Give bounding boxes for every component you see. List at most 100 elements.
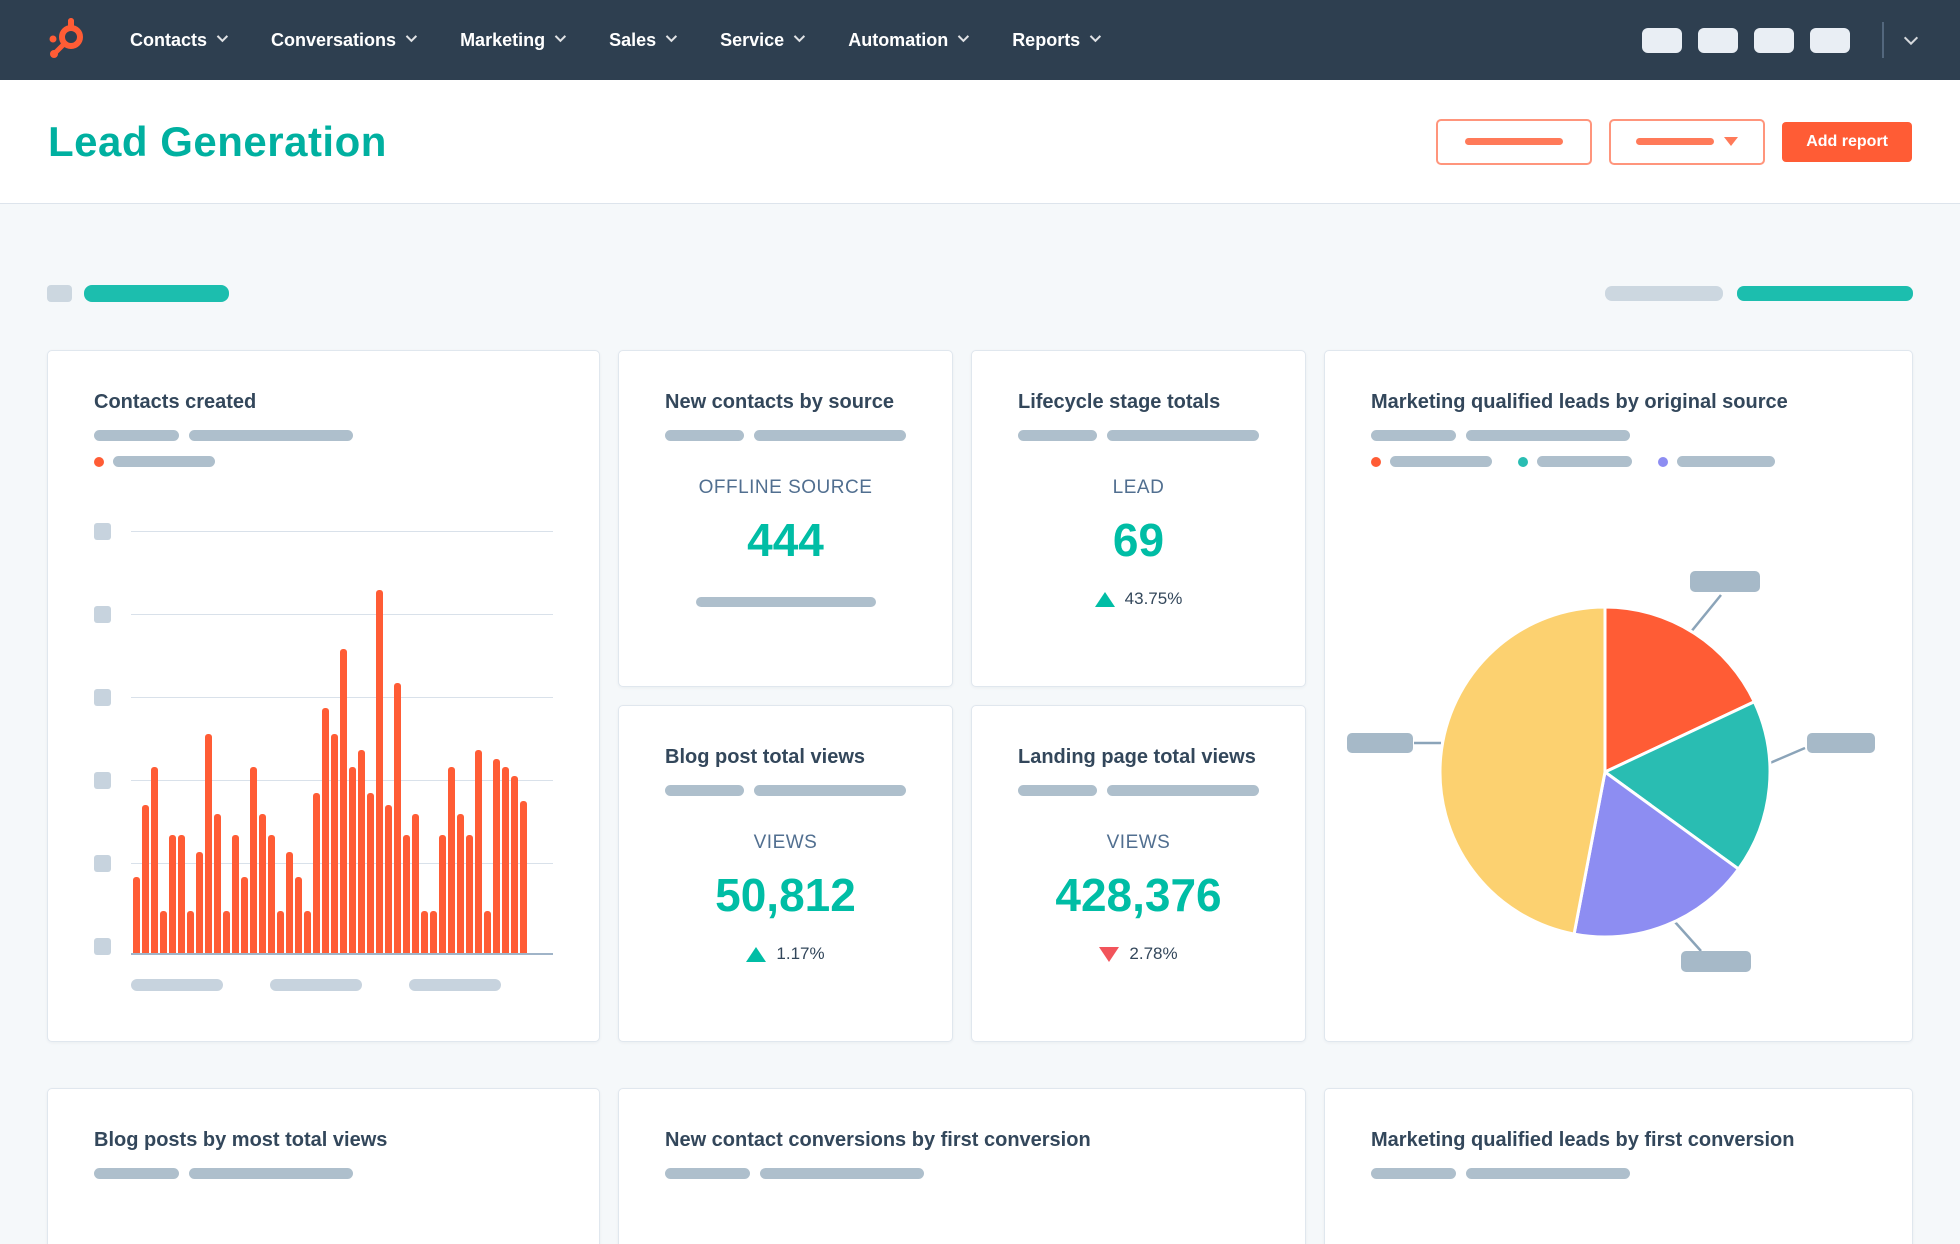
redacted-pill [94, 430, 179, 441]
bar [439, 834, 446, 953]
report-title[interactable]: Marketing qualified leads by original so… [1371, 391, 1866, 414]
report-title[interactable]: Blog posts by most total views [94, 1129, 553, 1152]
add-report-button[interactable]: Add report [1782, 121, 1912, 162]
chevron-down-icon [665, 30, 678, 43]
nav-item-service[interactable]: Service [720, 30, 806, 51]
account-chevron-down-icon[interactable] [1903, 30, 1919, 45]
redacted-label [1636, 138, 1715, 145]
pie-callout-placeholder [1347, 733, 1413, 753]
redacted-pill [1677, 456, 1775, 467]
report-title[interactable]: Landing page total views [1018, 746, 1259, 769]
hubspot-logo-icon[interactable] [44, 17, 90, 63]
card-mql-by-original-source: Marketing qualified leads by original so… [1324, 350, 1913, 1042]
redacted-tick [94, 523, 111, 540]
bar [259, 813, 266, 953]
nav-menu: Contacts Conversations Marketing Sales S… [130, 29, 1102, 51]
report-title[interactable]: Marketing qualified leads by first conve… [1371, 1129, 1866, 1152]
bar [394, 682, 401, 953]
nav-action-placeholder[interactable] [1754, 27, 1794, 53]
bar [457, 813, 464, 953]
redacted-pill [695, 597, 876, 607]
pie-chart [1347, 571, 1875, 972]
dashboard-dropdown-button[interactable] [1609, 118, 1766, 165]
nav-item-contacts[interactable]: Contacts [130, 29, 229, 51]
nav-toolbar [1626, 22, 1919, 58]
kpi-block: VIEWS 50,812 1.17% [665, 832, 906, 964]
redacted-pill [753, 785, 906, 796]
bar [223, 910, 230, 953]
report-grid: Contacts created New contacts by source … [47, 350, 1913, 1244]
nav-item-reports[interactable]: Reports [1012, 29, 1102, 51]
kpi-value: 428,376 [1055, 869, 1222, 921]
nav-item-label: Contacts [130, 29, 208, 50]
redacted-tick [94, 772, 111, 789]
bar [295, 877, 302, 953]
x-axis-baseline [131, 953, 553, 955]
kpi-value: 69 [1112, 514, 1165, 566]
chevron-down-icon [554, 30, 567, 43]
nav-action-placeholder[interactable] [1698, 27, 1738, 53]
bar [349, 767, 356, 953]
kpi-block: VIEWS 428,376 2.78% [1018, 832, 1259, 964]
chevron-down-icon [957, 30, 970, 43]
redacted-tick [131, 979, 223, 991]
redacted-pill [1106, 785, 1259, 796]
redacted-pill [1371, 430, 1456, 441]
redacted-pill [1018, 430, 1097, 441]
bar [376, 590, 383, 953]
nav-item-sales[interactable]: Sales [609, 30, 678, 51]
kpi-delta: 1.17% [746, 944, 825, 964]
legend-item [94, 456, 215, 467]
kpi-block: OFFLINE SOURCE 444 [665, 477, 906, 607]
redacted-pill [1537, 456, 1632, 467]
nav-item-conversations[interactable]: Conversations [271, 30, 418, 51]
legend-dot-purple [1658, 456, 1668, 467]
nav-action-placeholder[interactable] [1642, 27, 1682, 53]
bar [250, 767, 257, 953]
bar [169, 834, 176, 953]
chart-legend [1371, 456, 1866, 467]
bar [493, 758, 500, 953]
redacted-tick [94, 689, 111, 706]
filter-placeholder [1605, 286, 1723, 301]
redacted-pill [1018, 785, 1097, 796]
bar [160, 910, 167, 953]
report-title[interactable]: Lifecycle stage totals [1018, 391, 1259, 414]
bar-chart [94, 523, 553, 955]
report-title[interactable]: New contacts by source [665, 391, 906, 414]
kpi-value: 444 [747, 514, 824, 566]
card-lifecycle-stage-totals: Lifecycle stage totals LEAD 69 43.75% [971, 350, 1306, 687]
bar [520, 801, 527, 953]
dashboard-action-button[interactable] [1436, 118, 1593, 165]
bar [313, 792, 320, 953]
redacted-pill [1390, 456, 1492, 467]
nav-item-marketing[interactable]: Marketing [460, 30, 567, 51]
nav-item-automation[interactable]: Automation [848, 30, 970, 51]
chart-legend [94, 456, 553, 467]
slice-yellow [1438, 605, 1607, 936]
kpi-delta: 2.78% [1099, 944, 1178, 964]
bar [511, 775, 518, 953]
bar [178, 834, 185, 953]
report-title[interactable]: Blog post total views [665, 746, 906, 769]
kpi-label: OFFLINE SOURCE [698, 477, 873, 498]
filter-placeholder [47, 285, 72, 302]
report-title[interactable]: New contact conversions by first convers… [665, 1129, 1259, 1152]
dropdown-triangle-icon [1724, 137, 1739, 146]
redacted-tick [409, 979, 501, 991]
bar [466, 834, 473, 953]
filter-right [1605, 286, 1913, 301]
legend-dot-orange [94, 456, 104, 467]
bar [358, 750, 365, 953]
delta-value: 2.78% [1129, 944, 1178, 963]
redacted-pill [113, 456, 215, 467]
redacted-pill [760, 1168, 924, 1179]
report-title[interactable]: Contacts created [94, 391, 553, 414]
redacted-pill [753, 430, 906, 441]
top-nav: Contacts Conversations Marketing Sales S… [0, 0, 1960, 80]
redacted-tick [94, 938, 111, 955]
pie-callout-placeholder [1681, 951, 1751, 972]
filter-value-placeholder [84, 285, 229, 302]
nav-action-placeholder[interactable] [1810, 27, 1850, 53]
nav-item-label: Reports [1012, 29, 1081, 50]
